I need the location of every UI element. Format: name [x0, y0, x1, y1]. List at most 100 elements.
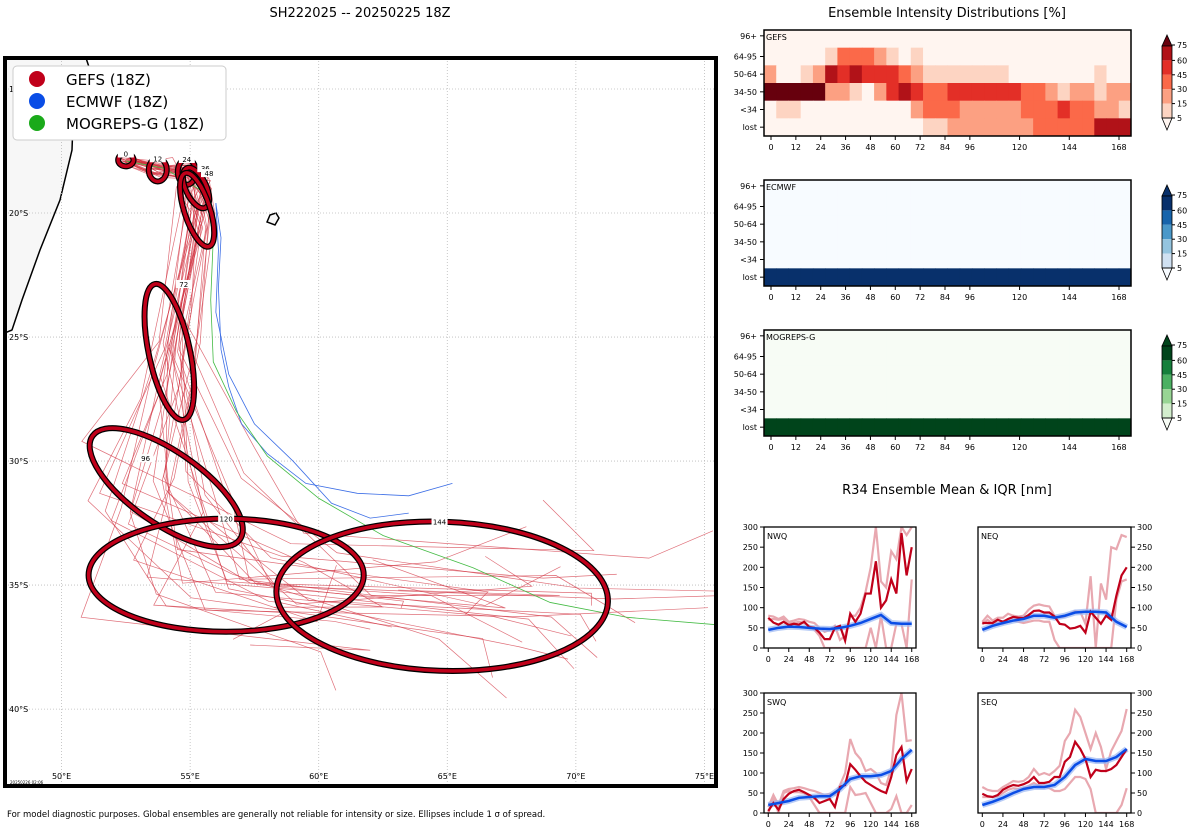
heatmap-cell: [886, 383, 900, 402]
heatmap-cell: [923, 47, 936, 66]
heatmap-cell: [1008, 83, 1022, 102]
x-tick-label: 12: [791, 443, 801, 452]
heatmap-cell: [923, 383, 936, 402]
heatmap-cell: [1106, 418, 1120, 437]
heatmap-cell: [1094, 347, 1108, 366]
heatmap-cell: [935, 47, 948, 66]
heatmap-cell: [1045, 118, 1059, 137]
heatmap-cell: [910, 100, 924, 119]
heatmap-cell: [935, 347, 948, 366]
heatmap-cell: [1045, 100, 1059, 119]
x-tick-label: 24: [816, 143, 826, 152]
heatmap-cell: [776, 65, 789, 84]
heatmap-cell: [1057, 330, 1071, 349]
heatmap-cell: [861, 233, 875, 252]
row-label: <34: [740, 406, 757, 415]
colorbar-tick-label: 60: [1177, 356, 1187, 365]
heatmap-cell: [837, 347, 851, 366]
heatmap-cell: [776, 418, 789, 437]
heatmap-cell: [1082, 118, 1095, 137]
heatmap-cell: [788, 65, 802, 84]
heatmap-cell: [800, 197, 814, 216]
heatmap-cell: [959, 30, 973, 49]
heatmap-cell: [935, 83, 948, 102]
colorbar-tick-label: 5: [1177, 264, 1182, 273]
heatmap-cell: [1020, 180, 1034, 199]
heatmap-cell: [935, 30, 948, 49]
colorbar-tick-label: 15: [1177, 400, 1187, 409]
heatmap-cell: [861, 180, 875, 199]
heatmap-cell: [861, 118, 875, 137]
intensity-title: Ensemble Intensity Distributions [%]: [828, 6, 1066, 21]
heatmap-cell: [947, 118, 961, 137]
heatmap-cell: [861, 47, 875, 66]
lon-label: 55°E: [181, 772, 200, 781]
x-tick-label: 168: [904, 820, 919, 829]
heatmap-cell: [837, 83, 851, 102]
heatmap-cell: [1094, 47, 1108, 66]
heatmap-cell: [959, 268, 973, 287]
heatmap-cell: [910, 30, 924, 49]
heatmap-cell: [849, 118, 863, 137]
heatmap-cell: [959, 418, 973, 437]
colorbar-tick-label: 60: [1177, 56, 1187, 65]
row-label: 50-64: [734, 370, 757, 379]
heatmap-cell: [984, 347, 997, 366]
heatmap-cell: [971, 180, 985, 199]
heatmap-cell: [788, 418, 802, 437]
heatmap-cell: [776, 100, 789, 119]
quadrant-label: NEQ: [981, 532, 998, 541]
heatmap-cell: [1008, 418, 1022, 437]
heatmap-cell: [776, 83, 789, 102]
heatmap-cell: [971, 65, 985, 84]
x-tick-label: 96: [965, 293, 975, 302]
heatmap-cell: [874, 233, 887, 252]
intensity-heatmaps: GEFS 96+ 64-95 50-64 34-50 <34 lost 0 12 24 36 48 60…: [734, 29, 1187, 452]
y-tick-label: 100: [743, 769, 758, 778]
heatmap-cell: [776, 47, 789, 66]
heatmap-cell: [1082, 233, 1095, 252]
heatmap-cell: [935, 180, 948, 199]
heatmap-mogreps-g: MOGREPS-G 96+ 64-95 50-64 34-50 <34 lost 0 12 24 3…: [734, 329, 1187, 452]
heatmap-cell: [849, 400, 863, 419]
heatmap-cell: [1069, 268, 1083, 287]
heatmap-cell: [825, 180, 838, 199]
heatmap-cell: [935, 215, 948, 234]
heatmap-cell: [764, 250, 777, 269]
heatmap-cell: [996, 383, 1010, 402]
legend-marker-icon: [29, 93, 45, 109]
heatmap-cell: [874, 215, 887, 234]
heatmap-cell: [764, 65, 777, 84]
heatmap-ecmwf: ECMWF 96+ 64-95 50-64 34-50 <34 lost 0 12 24 36 48 6…: [734, 179, 1187, 302]
heatmap-cell: [1020, 383, 1034, 402]
heatmap-cell: [1106, 215, 1120, 234]
heatmap-cell: [825, 233, 838, 252]
heatmap-cell: [1069, 100, 1083, 119]
heatmap-cell: [1082, 250, 1095, 269]
heatmap-cell: [861, 100, 875, 119]
heatmap-cell: [825, 330, 838, 349]
heatmap-cell: [959, 383, 973, 402]
x-tick-label: 0: [768, 443, 773, 452]
heatmap-cell: [959, 215, 973, 234]
heatmap-cell: [874, 330, 887, 349]
heatmap-cell: [886, 347, 900, 366]
heatmap-cell: [764, 47, 777, 66]
heatmap-cell: [923, 215, 936, 234]
heatmap-cell: [947, 383, 961, 402]
x-tick-label: 144: [1062, 293, 1077, 302]
heatmap-cell: [776, 268, 789, 287]
heatmap-cell: [898, 118, 912, 137]
row-label: lost: [743, 273, 757, 282]
heatmap-cell: [1020, 65, 1034, 84]
heatmap-cell: [996, 180, 1010, 199]
heatmap-cell: [1020, 30, 1034, 49]
heatmap-cell: [984, 250, 997, 269]
heatmap-cell: [1020, 347, 1034, 366]
heatmap-cell: [923, 250, 936, 269]
heatmap-cell: [959, 100, 973, 119]
heatmap-cell: [1069, 30, 1083, 49]
heatmap-cell: [837, 30, 851, 49]
heatmap-cell: [776, 400, 789, 419]
heatmap-cell: [837, 383, 851, 402]
